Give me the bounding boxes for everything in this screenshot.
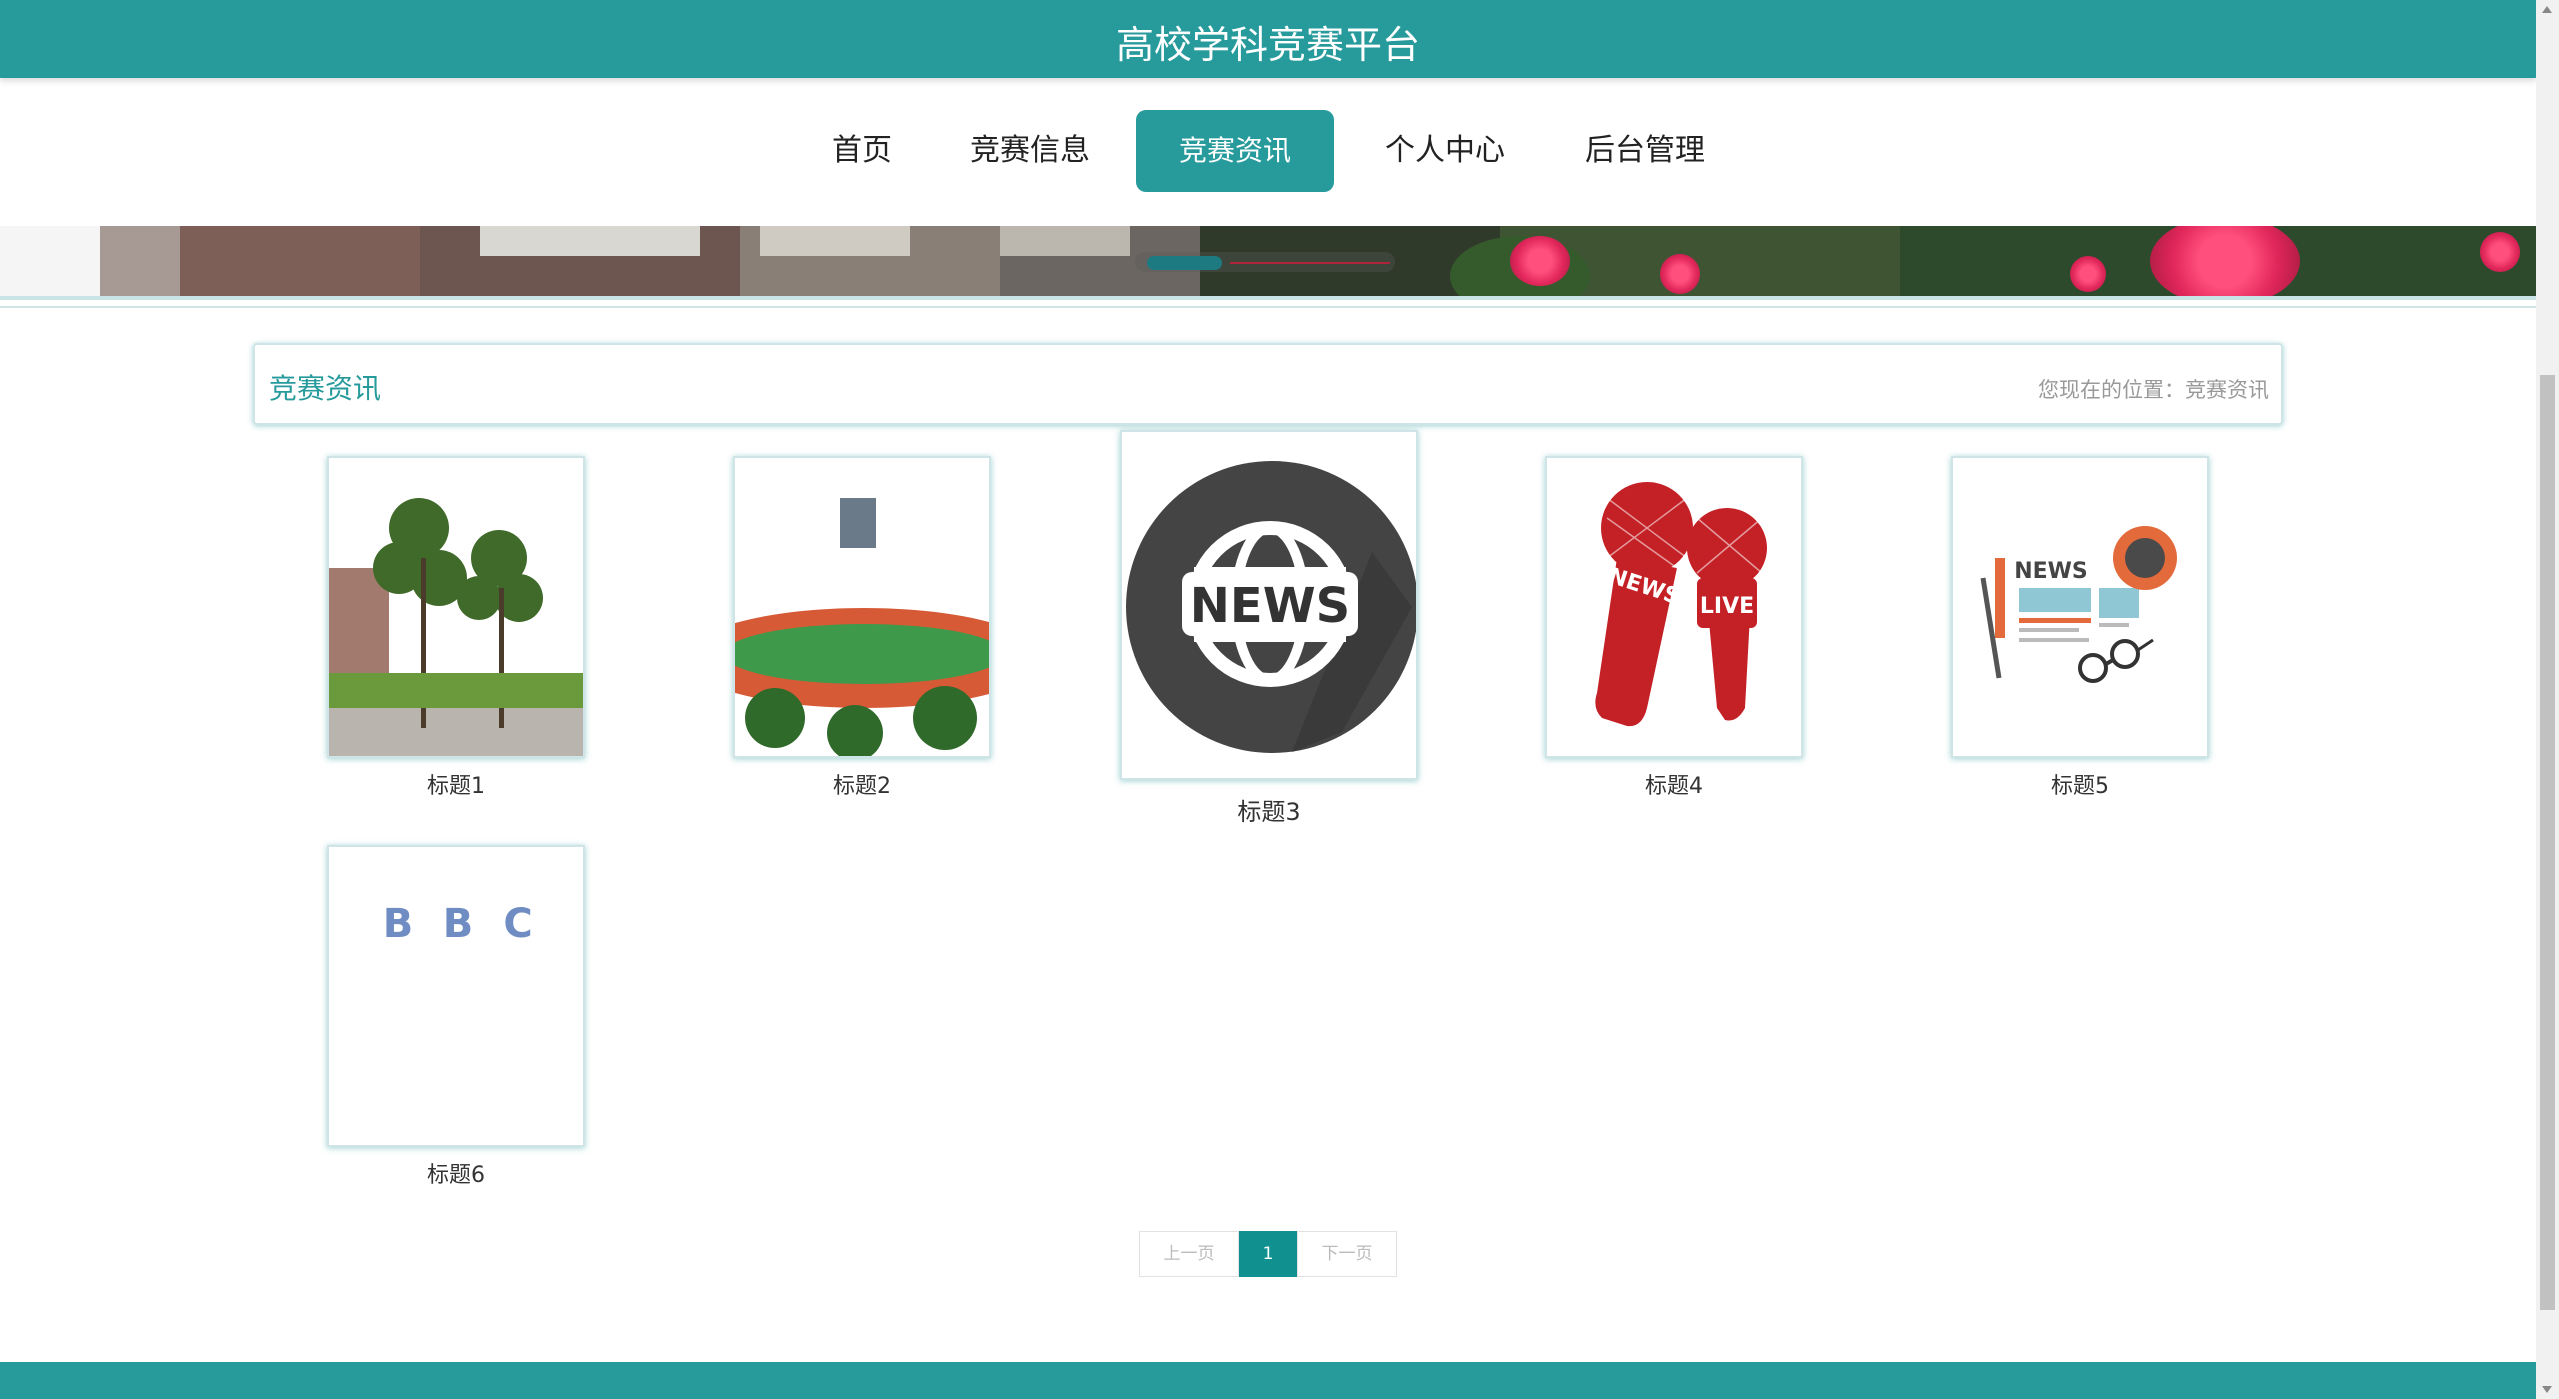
news-card-1[interactable]: 标题1 — [327, 456, 585, 799]
news-card-3[interactable]: NEWS 标题3 — [1120, 430, 1418, 826]
carousel-active-dot[interactable] — [1147, 256, 1222, 270]
news-card-title[interactable]: 标题5 — [1951, 768, 2209, 800]
breadcrumb: 您现在的位置：竞赛资讯 — [2038, 378, 2269, 402]
news-card-title[interactable]: 标题1 — [327, 768, 585, 800]
nav-item-competition-news[interactable]: 竞赛资讯 — [1136, 110, 1334, 192]
news-text: NEWS — [1190, 578, 1350, 634]
top-header: 高校学科竞赛平台 — [0, 0, 2536, 78]
bbc-letter-b2: B — [443, 901, 474, 947]
bbc-news-text: NEWS — [347, 1039, 569, 1125]
footer — [0, 1362, 2536, 1399]
news-card-title[interactable]: 标题3 — [1120, 792, 1418, 827]
site-title: 高校学科竞赛平台 — [1115, 23, 1420, 67]
nav-item-home[interactable]: 首页 — [812, 110, 912, 192]
nav-item-admin[interactable]: 后台管理 — [1570, 110, 1720, 192]
section-header: 竞赛资讯 您现在的位置：竞赛资讯 — [253, 343, 2283, 425]
campus-trees-image[interactable] — [327, 456, 585, 758]
news-card-title[interactable]: 标题2 — [733, 768, 991, 800]
news-card-title[interactable]: 标题6 — [327, 1157, 585, 1189]
section-title: 竞赛资讯 — [269, 372, 382, 405]
news-card-5[interactable]: NEWS 标题5 — [1951, 456, 2209, 799]
scroll-thumb[interactable] — [2540, 375, 2555, 1310]
news-card-6[interactable]: B B C WORLD NEWS 标题6 — [327, 845, 585, 1188]
sports-track-image[interactable] — [733, 456, 991, 758]
prev-page-button[interactable]: 上一页 — [1139, 1231, 1239, 1277]
scroll-down-icon[interactable] — [2542, 1386, 2552, 1393]
nav-item-competition-info[interactable]: 竞赛信息 — [955, 110, 1105, 192]
bbc-world-text: WORLD — [329, 964, 585, 1050]
news-text: NEWS — [2014, 559, 2088, 584]
news-globe-icon[interactable]: NEWS — [1120, 430, 1418, 780]
divider — [0, 306, 2536, 308]
scroll-up-icon[interactable] — [2542, 6, 2552, 13]
carousel-progress-line — [1230, 262, 1390, 264]
nav-item-personal-center[interactable]: 个人中心 — [1370, 110, 1520, 192]
bbc-letter-b1: B — [383, 901, 414, 947]
bbc-world-news-logo[interactable]: B B C WORLD NEWS — [327, 845, 585, 1147]
news-microphones-icon[interactable]: NEWS LIVE — [1545, 456, 1803, 758]
scrollbar[interactable] — [2536, 0, 2559, 1399]
next-page-button[interactable]: 下一页 — [1297, 1231, 1397, 1277]
main-nav: 首页 竞赛信息 竞赛资讯 个人中心 后台管理 — [0, 110, 2536, 192]
live-badge: LIVE — [1700, 594, 1754, 619]
newspaper-coffee-icon[interactable]: NEWS — [1951, 456, 2209, 758]
news-card-2[interactable]: 标题2 — [733, 456, 991, 799]
news-card-4[interactable]: NEWS LIVE 标题4 — [1545, 456, 1803, 799]
page-number-button[interactable]: 1 — [1239, 1231, 1297, 1277]
news-card-title[interactable]: 标题4 — [1545, 768, 1803, 800]
bbc-letter-c: C — [503, 901, 532, 947]
